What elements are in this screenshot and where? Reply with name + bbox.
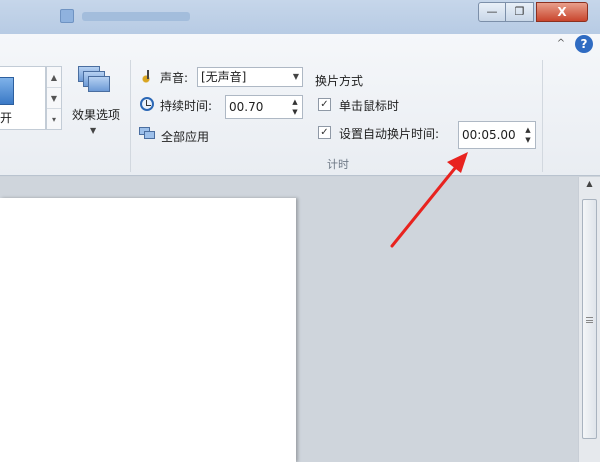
slide-canvas[interactable] (0, 198, 296, 462)
app-icon (60, 9, 74, 23)
sound-select[interactable]: [无声音] ▼ (197, 67, 303, 87)
clock-icon (140, 97, 154, 111)
duration-stepper[interactable]: 00.70 ▲ ▼ (225, 95, 303, 119)
help-icon[interactable]: ? (575, 35, 593, 53)
effect-options-button[interactable]: 效果选项 ▼ (66, 66, 126, 148)
stepper-arrows-icon[interactable]: ▲ ▼ (523, 125, 533, 145)
gallery-scroll[interactable]: ▲ ▼ ▾ (46, 66, 62, 130)
chevron-down-icon: ▼ (90, 126, 97, 135)
slide-workspace: ▲ (0, 177, 600, 462)
group-separator (542, 60, 543, 172)
close-button[interactable]: X (536, 2, 588, 22)
advance-time-stepper[interactable]: 00:05.00 ▲ ▼ (458, 121, 536, 149)
collapse-ribbon-icon[interactable]: ^ (554, 37, 568, 51)
duration-label: 持续时间: (160, 99, 213, 113)
gallery-more-icon[interactable]: ▾ (47, 109, 61, 130)
effect-options-label: 效果选项 (71, 108, 120, 122)
stepper-arrows-icon[interactable]: ▲ ▼ (290, 97, 300, 117)
apply-all-button[interactable]: 全部应用 (161, 128, 209, 145)
gallery-up-icon[interactable]: ▲ (47, 67, 61, 88)
effect-options-icon (78, 66, 110, 94)
advance-time-value: 00:05.00 (462, 128, 516, 142)
on-mouse-click-checkbox[interactable]: ✓ (318, 98, 331, 111)
transition-thumbnail[interactable] (0, 77, 14, 105)
scrollbar-thumb[interactable] (582, 199, 597, 439)
sound-value: [无声音] (201, 70, 247, 84)
duration-value: 00.70 (229, 100, 264, 114)
transition-gallery[interactable]: 开 (0, 66, 46, 130)
timing-group-label: 计时 (327, 158, 349, 171)
title-bar: — ❐ X (0, 0, 600, 34)
advance-after-label: 设置自动换片时间: (339, 127, 440, 141)
apply-all-icon (139, 127, 157, 141)
window-title-blurred (82, 12, 190, 21)
sound-label: 声音: (160, 71, 189, 85)
grip-icon (586, 317, 593, 323)
advance-after-checkbox[interactable]: ✓ (318, 126, 331, 139)
advance-slide-heading: 换片方式 (315, 74, 364, 88)
sound-icon (141, 69, 155, 83)
transition-label: 开 (0, 111, 13, 125)
on-mouse-click-label: 单击鼠标时 (339, 99, 400, 113)
minimize-button[interactable]: — (478, 2, 506, 22)
scroll-up-icon[interactable]: ▲ (579, 179, 600, 193)
chevron-down-icon: ▼ (292, 72, 299, 81)
vertical-scrollbar[interactable]: ▲ (578, 177, 600, 462)
maximize-button[interactable]: ❐ (506, 2, 534, 22)
group-separator (130, 60, 131, 172)
gallery-down-icon[interactable]: ▼ (47, 88, 61, 109)
